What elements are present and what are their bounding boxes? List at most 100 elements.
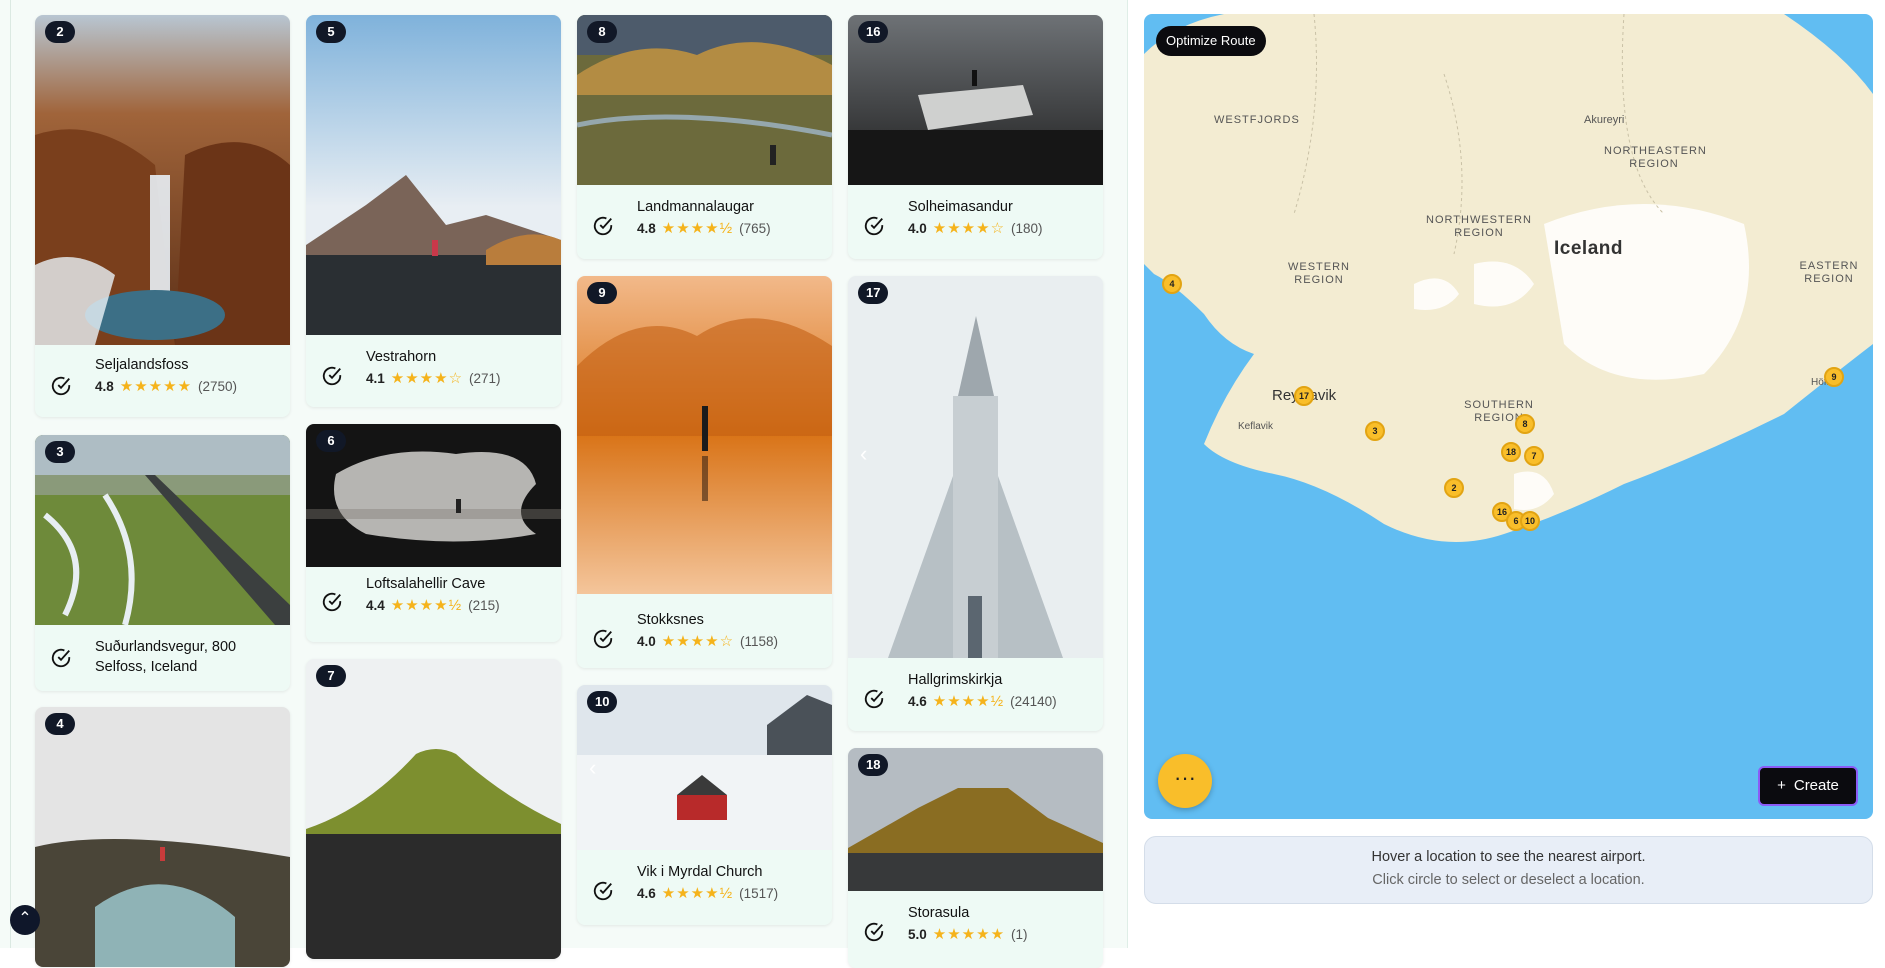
location-photo [577,685,832,850]
create-button[interactable]: + Create [1758,766,1858,806]
map-pin[interactable]: 7 [1524,446,1544,466]
rating-value: 4.0 [908,220,927,236]
region-label: NORTHEASTERN REGION [1604,145,1707,170]
rating-value: 4.6 [908,693,927,709]
location-card[interactable]: 8 Landmannalaugar 4.8 ★★★★½ (765) [577,15,832,259]
location-photo [35,707,290,967]
check-circle-icon[interactable] [863,688,885,710]
rating: 4.1 ★★★★☆ (271) [366,369,501,387]
map-pin[interactable]: 9 [1824,367,1844,387]
rating: 5.0 ★★★★★ (1) [908,925,1028,943]
order-badge: 10 [587,691,618,713]
region-label: WESTERN REGION [1288,261,1350,286]
order-badge: 17 [858,282,889,304]
check-circle-icon[interactable] [592,880,614,902]
rating: 4.6 ★★★★½ (24140) [908,692,1057,710]
map-pin[interactable]: 8 [1515,414,1535,434]
ellipsis-icon: ··· [1174,765,1196,790]
create-label: Create [1793,777,1839,794]
order-badge: 18 [858,754,889,776]
rating-value: 4.8 [637,220,656,236]
location-card[interactable]: 17 ‹ Hallgrimskirkja 4.6 ★★★★½ (24140) [848,276,1103,731]
location-card[interactable]: 3 Suðurlandsvegur, 800 Selfoss, Iceland [35,435,290,691]
location-card[interactable]: 7 [306,659,561,959]
check-circle-icon[interactable] [863,215,885,237]
check-circle-icon[interactable] [50,375,72,397]
location-photo [848,276,1103,658]
order-badge: 8 [587,21,617,43]
location-title: Storasula [908,905,970,921]
optimize-route-button[interactable]: Optimize Route [1156,26,1266,56]
location-card[interactable]: 6 Loftsalahellir Cave 4.4 ★★★★½ (215) [306,424,561,642]
city-label: Keflavik [1238,421,1274,432]
star-rating-icon: ★★★★★ [932,926,1006,943]
more-options-button[interactable]: ··· [1158,754,1212,808]
region-label: WESTFJORDS [1214,114,1300,126]
city-label: Akureyri [1584,114,1625,126]
rating-value: 5.0 [908,926,927,942]
country-label: Iceland [1554,238,1623,259]
select-hint: Click circle to select or deselect a loc… [1372,872,1645,888]
location-card[interactable]: 18 Storasula 5.0 ★★★★★ (1) [848,748,1103,968]
location-title: Stokksnes [637,612,704,628]
check-circle-icon[interactable] [50,647,72,669]
rating: 4.0 ★★★★☆ (1158) [637,632,778,650]
check-circle-icon[interactable] [592,628,614,650]
location-photo [306,659,561,959]
check-circle-icon[interactable] [321,365,343,387]
location-title: Seljalandsfoss [95,357,189,373]
rating: 4.6 ★★★★½ (1517) [637,884,778,902]
location-card[interactable]: 4 [35,707,290,967]
rating: 4.8 ★★★★½ (765) [637,219,771,237]
check-circle-icon[interactable] [592,215,614,237]
check-circle-icon[interactable] [863,921,885,943]
rating: 4.8 ★★★★★ (2750) [95,377,237,395]
rating: 4.4 ★★★★½ (215) [366,596,500,614]
star-rating-icon: ★★★★☆ [390,370,464,387]
location-card[interactable]: 2 Seljalandsfoss 4.8 ★★★★★ (2750) [35,15,290,417]
map-pin[interactable]: 10 [1520,511,1540,531]
location-title: Solheimasandur [908,199,1013,215]
location-card[interactable]: 16 Solheimasandur 4.0 ★★★★☆ (180) [848,15,1103,259]
location-photo [848,15,1103,185]
gallery-panel: 2 Seljalandsfoss 4.8 ★★★★★ (2750) 3 Suðurl… [0,0,1128,968]
rating-value: 4.1 [366,370,385,386]
check-circle-icon[interactable] [321,591,343,613]
map-pin[interactable]: 4 [1162,274,1182,294]
chevron-up-icon: ⌃ [18,910,32,927]
star-rating-icon: ★★★★½ [932,693,1005,710]
location-title: Suðurlandsvegur, 800 Selfoss, Iceland [95,639,237,675]
location-title: Vestrahorn [366,349,437,365]
review-count: (215) [468,597,500,613]
review-count: (765) [739,220,771,236]
order-badge: 9 [587,282,617,304]
airport-hint: Hover a location to see the nearest airp… [1371,849,1646,865]
chevron-left-icon[interactable]: ‹ [860,441,867,467]
location-title: Hallgrimskirkja [908,672,1003,688]
location-title: Loftsalahellir Cave [366,576,486,592]
location-card[interactable]: 5 Vestrahorn 4.1 ★★★★☆ (271) [306,15,561,407]
chevron-left-icon[interactable]: ‹ [589,755,596,781]
airport-info-panel: Hover a location to see the nearest airp… [1144,836,1873,904]
star-rating-icon: ★★★★☆ [932,220,1006,237]
order-badge: 2 [45,21,75,43]
location-title: Landmannalaugar [637,199,754,215]
map-pin[interactable]: 18 [1501,442,1521,462]
scroll-to-top-button[interactable]: ⌃ [10,905,40,935]
map-pin[interactable]: 3 [1365,421,1385,441]
location-card[interactable]: 9 Stokksnes 4.0 ★★★★☆ (1158) [577,276,832,668]
location-photo [577,15,832,185]
location-photo [35,15,290,345]
location-photo [35,435,290,625]
map-view[interactable]: WESTFJORDS Akureyri NORTHEASTERN REGION … [1144,14,1873,819]
order-badge: 5 [316,21,346,43]
rating-value: 4.0 [637,633,656,649]
map-pin[interactable]: 2 [1444,478,1464,498]
location-card[interactable]: 10 ‹ Vik i Myrdal Church 4.6 ★★★★½ (1517) [577,685,832,925]
map-pin[interactable]: 17 [1294,386,1314,406]
review-count: (1158) [740,633,779,649]
star-rating-icon: ★★★★½ [661,885,734,902]
rating-value: 4.8 [95,378,114,394]
star-rating-icon: ★★★★☆ [661,633,735,650]
order-badge: 7 [316,665,346,687]
